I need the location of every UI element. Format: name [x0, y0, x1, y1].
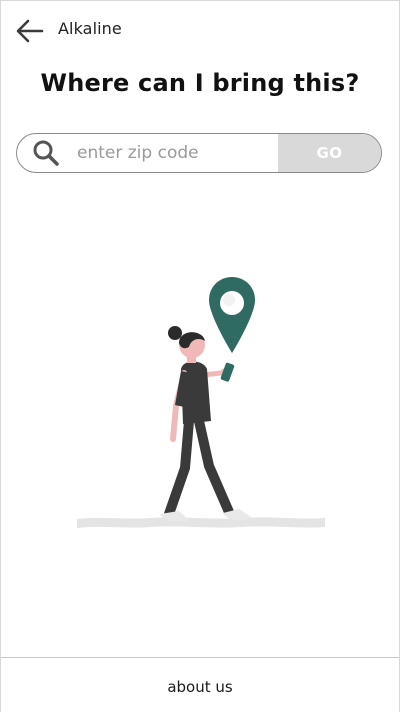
footer: about us — [1, 657, 399, 712]
app-header: Alkaline — [1, 1, 399, 59]
search-icon — [17, 134, 75, 172]
app-title: Alkaline — [58, 19, 122, 38]
zip-code-input[interactable] — [75, 134, 278, 172]
walking-woman-illustration — [77, 277, 325, 528]
ground-shadow — [77, 517, 325, 528]
zip-search-bar: GO — [16, 133, 382, 173]
back-button[interactable] — [13, 15, 47, 47]
about-us-link[interactable]: about us — [1, 678, 399, 696]
arrow-left-icon — [16, 19, 44, 43]
app-screen: Alkaline Where can I bring this? GO — [0, 0, 400, 712]
go-button[interactable]: GO — [278, 134, 381, 172]
page-title: Where can I bring this? — [40, 69, 360, 97]
